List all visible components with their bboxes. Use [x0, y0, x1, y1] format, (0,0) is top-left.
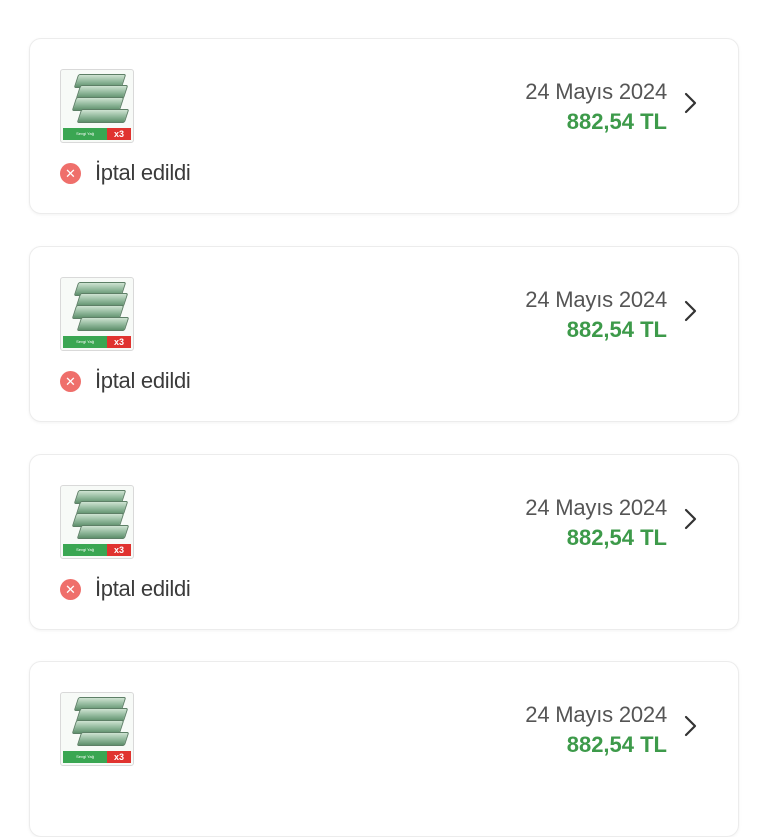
chevron-right-icon[interactable] [676, 297, 704, 325]
product-thumbnail: Sevgi Yağ x3 [60, 69, 134, 143]
cancel-circle-icon: ✕ [60, 578, 81, 600]
product-image [61, 486, 133, 544]
order-price: 882,54 TL [566, 525, 667, 550]
chevron-right-icon[interactable] [676, 712, 704, 740]
order-price: 882,54 TL [566, 732, 667, 757]
order-price: 882,54 TL [566, 317, 667, 342]
status-label: İptal edildi [95, 160, 191, 185]
product-brand-label: Sevgi Yağ [63, 128, 107, 140]
quantity-badge: x3 [107, 128, 131, 140]
product-image [61, 693, 133, 751]
product-thumbnail: Sevgi Yağ x3 [60, 692, 134, 766]
status-label: İptal edildi [95, 368, 191, 393]
product-thumbnail: Sevgi Yağ x3 [60, 485, 134, 559]
product-image [61, 278, 133, 336]
status-label: İptal edildi [95, 576, 191, 601]
product-brand-label: Sevgi Yağ [63, 751, 107, 763]
order-card[interactable]: Sevgi Yağ x3 ✕ İptal edildi 24 Mayıs 202… [29, 454, 739, 630]
order-date: 24 Mayıs 2024 [525, 702, 667, 727]
order-date: 24 Mayıs 2024 [525, 287, 667, 312]
order-status: ✕ İptal edildi [60, 576, 191, 602]
cancel-circle-icon: ✕ [60, 162, 81, 184]
order-date: 24 Mayıs 2024 [525, 79, 667, 104]
quantity-badge: x3 [107, 336, 131, 348]
order-status: ✕ İptal edildi [60, 160, 191, 186]
order-date: 24 Mayıs 2024 [525, 495, 667, 520]
order-price: 882,54 TL [566, 109, 667, 134]
quantity-badge: x3 [107, 751, 131, 763]
product-thumbnail: Sevgi Yağ x3 [60, 277, 134, 351]
order-card[interactable]: Sevgi Yağ x3 ✕ İptal edildi 24 Mayıs 202… [29, 246, 739, 422]
chevron-right-icon[interactable] [676, 89, 704, 117]
product-brand-label: Sevgi Yağ [63, 336, 107, 348]
product-brand-label: Sevgi Yağ [63, 544, 107, 556]
quantity-badge: x3 [107, 544, 131, 556]
cancel-circle-icon: ✕ [60, 370, 81, 392]
chevron-right-icon[interactable] [676, 505, 704, 533]
order-card[interactable]: Sevgi Yağ x3 24 Mayıs 2024 882,54 TL [29, 661, 739, 837]
product-image [61, 70, 133, 128]
order-card[interactable]: Sevgi Yağ x3 ✕ İptal edildi 24 Mayıs 202… [29, 38, 739, 214]
order-status: ✕ İptal edildi [60, 368, 191, 394]
